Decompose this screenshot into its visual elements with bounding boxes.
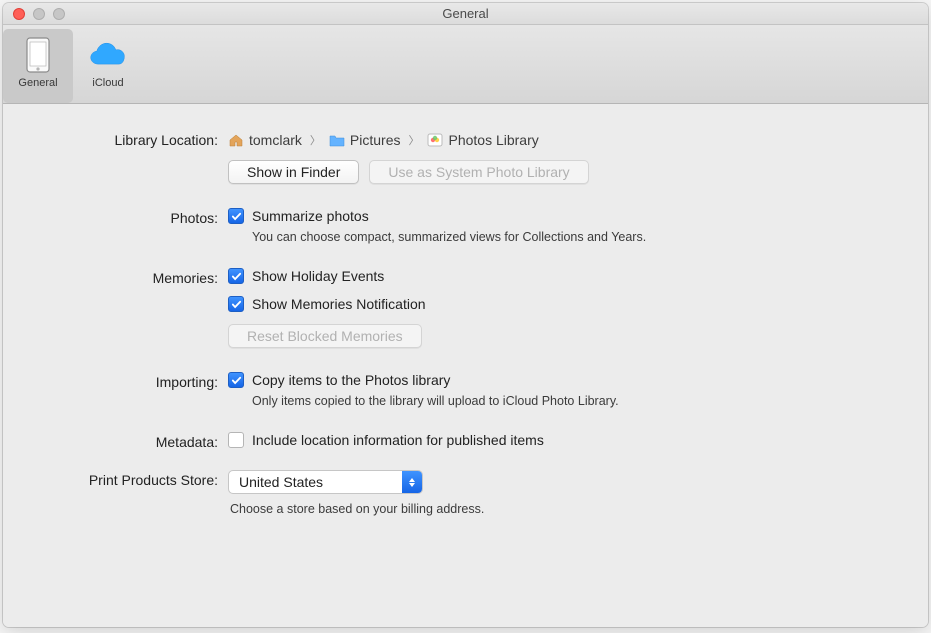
chevron-right-icon: 〉 [310, 132, 321, 148]
include-location-checkbox[interactable]: Include location information for publish… [228, 432, 888, 448]
crumb-label: Pictures [350, 132, 401, 148]
icloud-icon [88, 35, 128, 75]
use-as-system-library-button: Use as System Photo Library [369, 160, 588, 184]
summarize-photos-help: You can choose compact, summarized views… [252, 230, 888, 244]
tab-label: iCloud [92, 77, 123, 89]
tab-label: General [18, 77, 57, 89]
window-title: General [3, 6, 928, 21]
checkbox-checked-icon [228, 268, 244, 284]
photos-section-label: Photos: [43, 208, 228, 226]
print-products-store-select[interactable]: United States [228, 470, 423, 494]
checkbox-checked-icon [228, 372, 244, 388]
memories-section-label: Memories: [43, 268, 228, 286]
chevron-right-icon: 〉 [408, 132, 419, 148]
checkbox-label: Include location information for publish… [252, 432, 544, 448]
show-holiday-events-checkbox[interactable]: Show Holiday Events [228, 268, 888, 284]
crumb-home[interactable]: tomclark [228, 132, 302, 148]
select-arrows-icon [402, 471, 422, 493]
window-controls [3, 8, 65, 20]
library-location-path: tomclark 〉 Pictures 〉 [228, 130, 888, 148]
checkbox-unchecked-icon [228, 432, 244, 448]
metadata-section-label: Metadata: [43, 432, 228, 450]
tab-icloud[interactable]: iCloud [73, 29, 143, 103]
checkbox-label: Summarize photos [252, 208, 369, 224]
pref-content: Library Location: tomclark 〉 [3, 104, 928, 627]
titlebar: General [3, 3, 928, 25]
copy-to-library-checkbox[interactable]: Copy items to the Photos library [228, 372, 888, 388]
checkbox-checked-icon [228, 296, 244, 312]
select-value: United States [229, 474, 402, 490]
photos-icon [427, 133, 443, 147]
preferences-window: General General iCloud [3, 3, 928, 627]
crumb-label: tomclark [249, 132, 302, 148]
checkbox-label: Show Holiday Events [252, 268, 384, 284]
checkbox-label: Show Memories Notification [252, 296, 426, 312]
home-icon [228, 133, 244, 147]
folder-icon [329, 133, 345, 147]
crumb-library[interactable]: Photos Library [427, 132, 538, 148]
crumb-pictures[interactable]: Pictures [329, 132, 401, 148]
close-button[interactable] [13, 8, 25, 20]
store-help: Choose a store based on your billing add… [230, 502, 888, 516]
checkbox-label: Copy items to the Photos library [252, 372, 450, 388]
copy-to-library-help: Only items copied to the library will up… [252, 394, 888, 408]
tab-general[interactable]: General [3, 29, 73, 103]
checkbox-checked-icon [228, 208, 244, 224]
show-in-finder-button[interactable]: Show in Finder [228, 160, 359, 184]
show-memories-notification-checkbox[interactable]: Show Memories Notification [228, 296, 888, 312]
pref-toolbar: General iCloud [3, 25, 928, 104]
minimize-button[interactable] [33, 8, 45, 20]
general-device-icon [18, 35, 58, 75]
summarize-photos-checkbox[interactable]: Summarize photos [228, 208, 888, 224]
zoom-button[interactable] [53, 8, 65, 20]
crumb-label: Photos Library [448, 132, 538, 148]
library-location-label: Library Location: [43, 130, 228, 148]
store-section-label: Print Products Store: [43, 470, 228, 488]
importing-section-label: Importing: [43, 372, 228, 390]
reset-blocked-memories-button: Reset Blocked Memories [228, 324, 422, 348]
